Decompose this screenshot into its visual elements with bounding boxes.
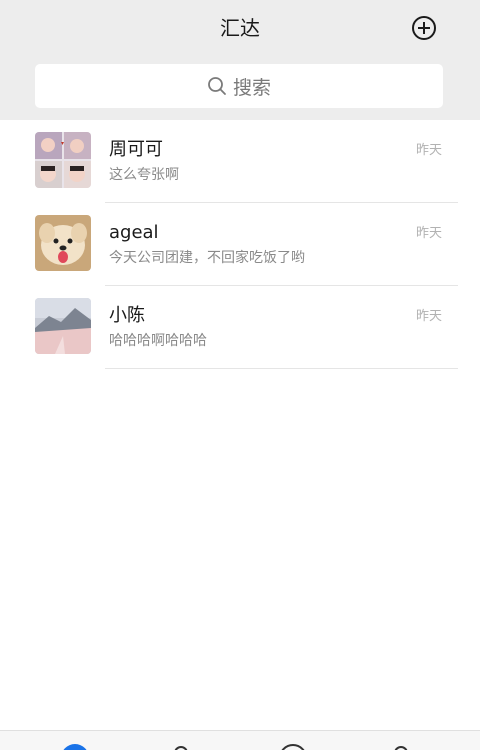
baby-collage-avatar	[35, 132, 91, 188]
bottom-tab-bar	[0, 730, 480, 750]
chat-preview: 今天公司团建，不回家吃饭了哟	[109, 250, 305, 266]
search-input[interactable]: 搜索	[35, 64, 443, 108]
search-placeholder: 搜索	[232, 76, 271, 99]
discover-icon[interactable]	[278, 743, 308, 750]
chat-preview: 这么夸张啊	[109, 167, 179, 183]
chat-item[interactable]: 周可可 这么夸张啊 昨天	[0, 120, 480, 203]
chat-item[interactable]: 小陈 哈哈哈啊哈哈哈 昨天	[0, 286, 480, 369]
page-title: 汇达	[220, 16, 260, 40]
chat-name: ageal	[109, 222, 159, 243]
chat-preview: 哈哈哈啊哈哈哈	[109, 333, 207, 349]
chat-list: 周可可 这么夸张啊 昨天 ageal 今天公司团建，不回家吃饭了哟 昨天 小陈 …	[0, 120, 480, 369]
chat-item[interactable]: ageal 今天公司团建，不回家吃饭了哟 昨天	[0, 203, 480, 286]
me-icon[interactable]	[386, 743, 416, 750]
contacts-icon[interactable]	[166, 743, 196, 750]
chat-name: 小陈	[109, 305, 145, 326]
chat-name: 周可可	[109, 139, 163, 160]
top-bar: 汇达 搜索	[0, 0, 480, 120]
divider	[105, 368, 458, 369]
chat-icon[interactable]	[60, 743, 90, 750]
chat-time: 昨天	[415, 309, 442, 324]
chat-time: 昨天	[415, 143, 442, 158]
plus-circle-icon[interactable]	[411, 15, 437, 41]
snow-mountain-avatar	[35, 298, 91, 354]
search-icon	[208, 77, 226, 95]
puppy-avatar	[35, 215, 91, 271]
chat-time: 昨天	[415, 226, 442, 241]
